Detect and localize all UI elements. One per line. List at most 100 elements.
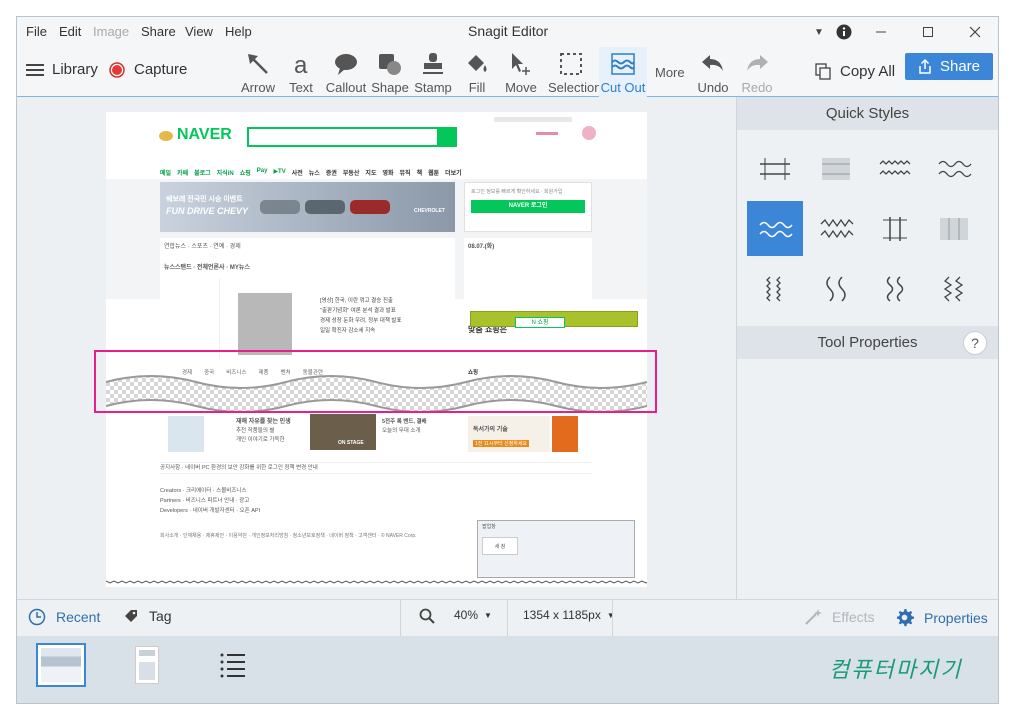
tray-list-view-icon[interactable] (219, 652, 247, 683)
help-button[interactable]: ? (963, 331, 987, 355)
tool-stamp[interactable]: Stamp (411, 47, 455, 97)
window-title: Snagit Editor (468, 23, 549, 39)
dropdown-caret-icon[interactable]: ▼ (805, 21, 833, 43)
top-links (494, 117, 572, 122)
selection-rectangle[interactable] (94, 350, 657, 413)
cut-style-icon (759, 221, 793, 237)
watermark-text: 컴퓨터마지기 (829, 657, 963, 682)
tool-text[interactable]: a Text (279, 47, 323, 97)
naver-login-button[interactable]: NAVER 로그인 (471, 200, 585, 213)
bottom-bar: Recent Tag 40% ▼ 1354 x 1185px ▼ Effects… (17, 599, 998, 637)
cut-style-icon (943, 276, 964, 301)
tool-move[interactable]: Move (499, 47, 543, 97)
naver-whale-icon (159, 131, 173, 141)
info-icon[interactable] (830, 21, 858, 43)
zoom-dropdown[interactable]: 40% ▼ (454, 608, 492, 622)
zoom-icon-button[interactable] (419, 608, 435, 624)
redo-button[interactable]: Redo (735, 47, 779, 97)
ad-banner[interactable]: 쉐보레 전국민 시승 이벤트 FUN DRIVE CHEVY CHEVROLET (160, 182, 455, 232)
car-image (350, 200, 390, 214)
car-image (305, 200, 345, 214)
tool-cut-out[interactable]: Cut Out (599, 47, 647, 97)
quick-style-wave-vertical[interactable] (867, 261, 923, 316)
chevron-down-icon: ▼ (484, 610, 492, 620)
tray-thumbnail[interactable] (135, 646, 159, 684)
move-icon (512, 53, 530, 75)
tag-label: Tag (149, 608, 172, 624)
press-list (164, 278, 220, 358)
on-stage-image: ON STAGE (310, 414, 376, 450)
maximize-icon[interactable] (914, 21, 942, 43)
copy-all-button[interactable]: Copy All (815, 63, 895, 80)
minimize-icon[interactable] (867, 21, 895, 43)
quick-style-sawtooth-vertical[interactable] (747, 261, 803, 316)
tool-label: Selection (548, 80, 602, 95)
login-box: 로그인 정보를 빠르게 확인하세요 · 회원가입 NAVER 로그인 (464, 182, 592, 232)
cut-style-icon (883, 216, 907, 241)
menu-bar: File Edit Image Share View Help Snagit E… (17, 17, 998, 47)
tool-selection[interactable]: Selection (548, 47, 602, 97)
tray-thumbnail-selected[interactable] (36, 643, 86, 687)
lower-left-text: 재해 자유를 찾는 인생 추천 작품들의 별 개인 이야기로 가득한 (236, 419, 291, 443)
menu-view[interactable]: View (185, 24, 213, 39)
shape-icon (379, 54, 401, 75)
popup-window[interactable]: N 쇼핑 (470, 311, 638, 328)
effects-label: Effects (832, 609, 875, 625)
tool-callout[interactable]: Callout (324, 47, 368, 97)
tool-label: Stamp (414, 80, 452, 95)
thumb-image (168, 416, 204, 452)
magic-wand-icon (805, 609, 822, 625)
properties-label: Properties (924, 609, 988, 626)
quick-style-fade-vertical[interactable] (926, 201, 982, 256)
quick-style-wave-selected[interactable] (747, 201, 803, 256)
properties-button[interactable]: Properties (895, 608, 988, 627)
redo-label: Redo (741, 80, 773, 95)
close-icon[interactable] (961, 21, 989, 43)
lower-content: 재해 자유를 찾는 인생 추천 작품들의 별 개인 이야기로 가득한 ON STAG… (160, 412, 592, 460)
tool-fill[interactable]: Fill (455, 47, 499, 97)
naver-search-button[interactable] (437, 127, 457, 147)
quick-style-sawtooth-horizontal[interactable] (867, 141, 923, 196)
image-size-dropdown[interactable]: 1354 x 1185px ▼ (523, 608, 615, 622)
capture-button[interactable]: Capture (109, 61, 187, 78)
quick-style-straight-vertical[interactable] (867, 201, 923, 256)
undo-label: Undo (697, 80, 729, 95)
footer-rows: Creators · 크리에이터 · 스몰비즈니스 Partners · 비즈니스… (160, 488, 261, 514)
menu-image[interactable]: Image (93, 24, 129, 39)
quick-style-zigzag-vertical[interactable] (926, 261, 982, 316)
menu-share[interactable]: Share (141, 24, 176, 39)
share-label: Share (939, 58, 981, 75)
tag-button[interactable]: Tag (123, 608, 172, 624)
quick-style-wave-horizontal[interactable] (926, 141, 982, 196)
tool-arrow[interactable]: Arrow (236, 47, 280, 97)
naver-search-input[interactable] (247, 127, 443, 147)
cut-style-icon (826, 275, 846, 302)
clock-icon (28, 608, 46, 626)
tool-shape[interactable]: Shape (368, 47, 412, 97)
more-button[interactable]: More (655, 65, 685, 80)
share-button[interactable]: Share (905, 53, 993, 80)
canvas-area[interactable]: NAVER 메일 카페 블로그 지식iN 쇼핑 Pay ▶TV 사전 뉴스 증권 부동산 지도 영화 뮤… (17, 97, 737, 599)
cut-out-icon (611, 53, 635, 75)
flower-icon (582, 126, 596, 140)
overlay-dialog[interactable]: 팝업창 새 창 (477, 520, 635, 578)
undo-button[interactable]: Undo (691, 47, 735, 97)
image-size-value: 1354 x 1185px (523, 608, 601, 622)
cut-style-icon (879, 159, 911, 175)
menu-help[interactable]: Help (225, 24, 252, 39)
chevron-down-icon: ▼ (606, 610, 615, 620)
quick-style-straight-horizontal[interactable] (747, 141, 803, 196)
recent-button[interactable]: Recent (28, 608, 100, 626)
magnifier-icon (419, 608, 435, 624)
quick-style-zigzag-horizontal[interactable] (808, 201, 864, 256)
tool-label: Arrow (241, 80, 275, 95)
effects-button[interactable]: Effects (804, 608, 875, 626)
library-button[interactable]: Library (26, 61, 98, 78)
tool-label: Shape (371, 80, 409, 95)
share-icon (919, 59, 931, 74)
menu-edit[interactable]: Edit (59, 24, 81, 39)
quick-style-fade-horizontal[interactable] (808, 141, 864, 196)
cut-style-icon (766, 276, 781, 301)
quick-style-curl-vertical[interactable] (808, 261, 864, 316)
menu-file[interactable]: File (26, 24, 47, 39)
